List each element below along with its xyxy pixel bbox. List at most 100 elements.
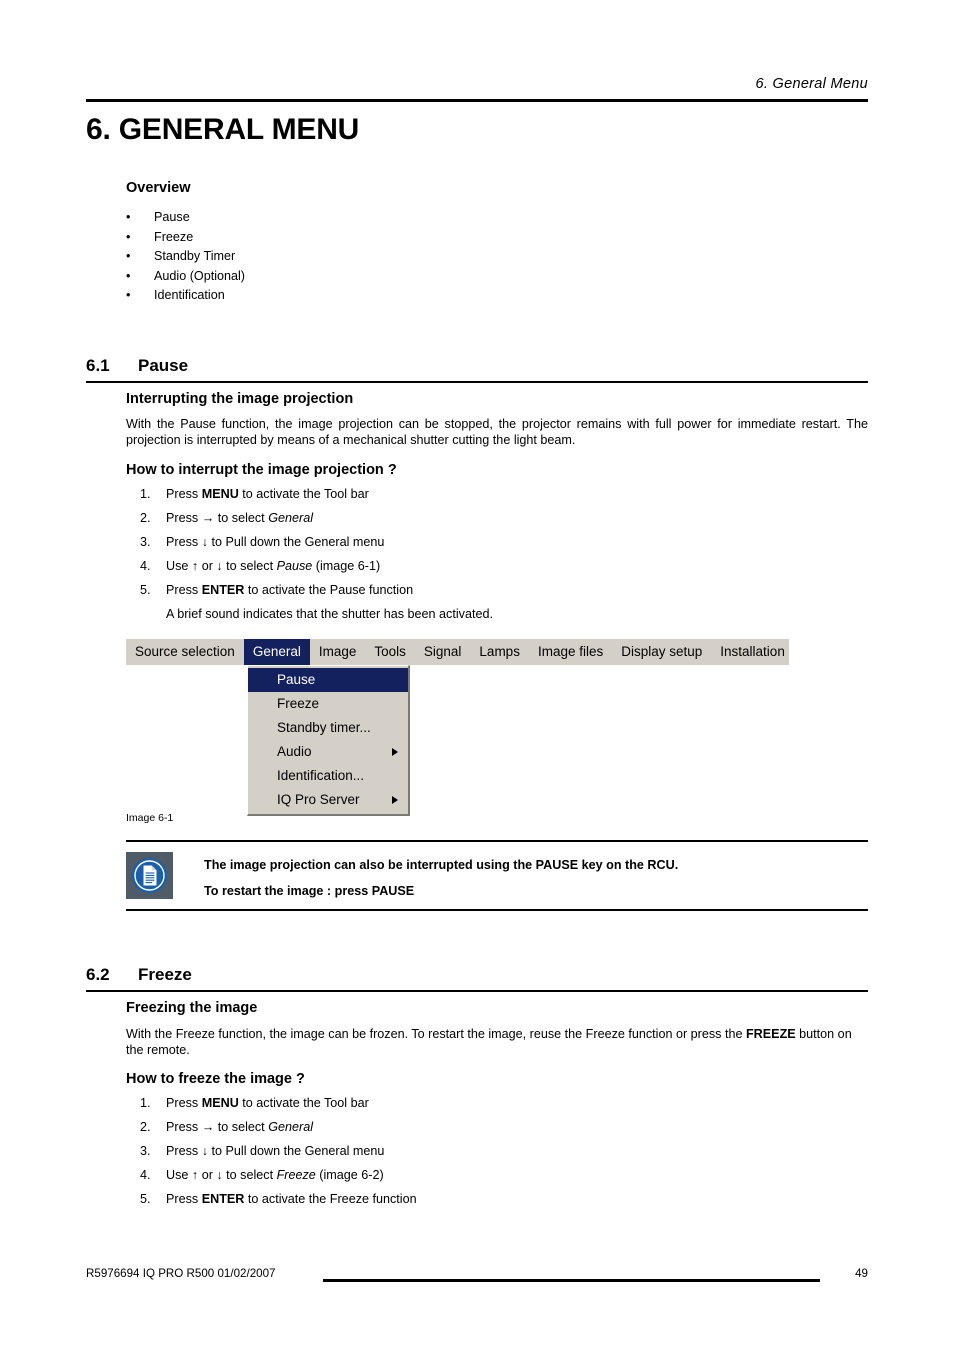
menubar-item-image[interactable]: Image bbox=[310, 639, 366, 665]
note-rule-bottom bbox=[126, 909, 868, 911]
section-rule bbox=[86, 990, 868, 992]
menubar-item-display-setup[interactable]: Display setup bbox=[612, 639, 711, 665]
list-item: • Audio (Optional) bbox=[126, 269, 526, 289]
footer-rule bbox=[323, 1279, 820, 1282]
section-rule bbox=[86, 381, 868, 383]
section-number: 6.1 bbox=[86, 356, 110, 375]
step-number: 2. bbox=[140, 1120, 151, 1134]
submenu-arrow-icon bbox=[392, 748, 398, 756]
note-document-icon bbox=[126, 852, 173, 899]
submenu-arrow-icon bbox=[392, 796, 398, 804]
step-text: Press ENTER to activate the Pause functi… bbox=[166, 583, 414, 597]
list-item-label: Audio (Optional) bbox=[154, 268, 246, 283]
list-item: • Freeze bbox=[126, 230, 526, 250]
menu-item-iq-pro-server[interactable]: IQ Pro Server bbox=[248, 788, 408, 812]
chapter-title: 6. GENERAL MENU bbox=[86, 113, 360, 146]
list-item: 1. Press MENU to activate the Tool bar bbox=[140, 1096, 840, 1120]
menubar-item-tools[interactable]: Tools bbox=[365, 639, 415, 665]
section-title: Pause bbox=[138, 356, 189, 375]
list-item: 1. Press MENU to activate the Tool bar bbox=[140, 487, 840, 511]
subheading-interrupting: Interrupting the image projection bbox=[126, 391, 354, 407]
header-rule bbox=[86, 99, 868, 102]
menubar-item-source-selection[interactable]: Source selection bbox=[126, 639, 244, 665]
list-item-label: Standby Timer bbox=[154, 249, 236, 264]
overview-heading: Overview bbox=[126, 180, 191, 196]
step-number: 2. bbox=[140, 511, 151, 525]
list-item: 5. Press ENTER to activate the Freeze fu… bbox=[140, 1192, 840, 1216]
step-number: 1. bbox=[140, 487, 151, 501]
note-line-1: The image projection can also be interru… bbox=[204, 858, 679, 872]
bullet-icon: • bbox=[126, 268, 131, 283]
list-item-label: Freeze bbox=[154, 229, 194, 244]
figure-caption: Image 6-1 bbox=[126, 812, 174, 824]
menu-item-label: Pause bbox=[277, 672, 316, 687]
subheading-how-to-freeze: How to freeze the image ? bbox=[126, 1071, 305, 1087]
list-item-label: Identification bbox=[154, 288, 225, 303]
menu-item-label: Audio bbox=[277, 744, 312, 759]
step-text: Press ↓ to Pull down the General menu bbox=[166, 1144, 385, 1158]
section-number: 6.2 bbox=[86, 965, 110, 984]
document-page: 6. General Menu 6. GENERAL MENU Overview… bbox=[0, 0, 954, 1351]
step-number: 5. bbox=[140, 1192, 151, 1206]
step-number: 5. bbox=[140, 583, 151, 597]
list-item: 5. Press ENTER to activate the Pause fun… bbox=[140, 583, 840, 607]
bullet-icon: • bbox=[126, 249, 131, 264]
step-number: 3. bbox=[140, 1144, 151, 1158]
step-number: 1. bbox=[140, 1096, 151, 1110]
footer-page-number: 49 bbox=[855, 1267, 868, 1280]
steps-note: A brief sound indicates that the shutter… bbox=[166, 607, 493, 621]
menu-item-label: Standby timer... bbox=[277, 720, 371, 735]
step-number: 4. bbox=[140, 559, 151, 573]
menu-item-label: Identification... bbox=[277, 768, 365, 783]
paragraph-part-a: With the Freeze function, the image can … bbox=[126, 1027, 746, 1041]
bullet-icon: • bbox=[126, 210, 131, 224]
list-item-label: Pause bbox=[154, 210, 190, 224]
menu-bar: Source selection General Image Tools Sig… bbox=[126, 639, 789, 665]
subheading-how-to-interrupt: How to interrupt the image projection ? bbox=[126, 462, 397, 478]
menubar-item-general[interactable]: General bbox=[243, 639, 310, 665]
steps-list-freeze: 1. Press MENU to activate the Tool bar 2… bbox=[140, 1096, 840, 1216]
footer-document-id: R5976694 IQ PRO R500 01/02/2007 bbox=[86, 1267, 276, 1280]
menu-item-pause[interactable]: Pause bbox=[248, 668, 408, 692]
list-item: • Standby Timer bbox=[126, 249, 526, 269]
steps-list-pause: 1. Press MENU to activate the Tool bar 2… bbox=[140, 487, 840, 621]
list-item: • Identification bbox=[126, 288, 526, 308]
paragraph-freeze-description: With the Freeze function, the image can … bbox=[126, 1026, 868, 1058]
note-line-2: To restart the image : press PAUSE bbox=[204, 884, 415, 898]
step-text: Press → to select General bbox=[166, 1120, 313, 1134]
step-text: Press ↓ to Pull down the General menu bbox=[166, 535, 385, 549]
menubar-item-image-files[interactable]: Image files bbox=[529, 639, 612, 665]
list-item: 4. Use ↑ or ↓ to select Freeze (image 6-… bbox=[140, 1168, 840, 1192]
paragraph-pause-description: With the Pause function, the image proje… bbox=[126, 417, 868, 447]
list-item: 2. Press → to select General bbox=[140, 1120, 840, 1144]
subheading-freezing: Freezing the image bbox=[126, 1000, 258, 1016]
step-text: Use ↑ or ↓ to select Freeze (image 6-2) bbox=[166, 1168, 384, 1182]
list-item: 3. Press ↓ to Pull down the General menu bbox=[140, 535, 840, 559]
note-rule-top bbox=[126, 840, 868, 842]
projector-menu-screenshot: Source selection General Image Tools Sig… bbox=[126, 639, 789, 816]
note-text: The image projection can also be interru… bbox=[204, 852, 864, 904]
bullet-icon: • bbox=[126, 288, 131, 303]
menu-item-audio[interactable]: Audio bbox=[248, 740, 408, 764]
menu-item-standby-timer[interactable]: Standby timer... bbox=[248, 716, 408, 740]
menu-item-identification[interactable]: Identification... bbox=[248, 764, 408, 788]
menu-item-freeze[interactable]: Freeze bbox=[248, 692, 408, 716]
step-number: 4. bbox=[140, 1168, 151, 1182]
paragraph-part-bold: FREEZE bbox=[745, 1027, 796, 1041]
list-item: 3. Press ↓ to Pull down the General menu bbox=[140, 1144, 840, 1168]
running-header: 6. General Menu bbox=[755, 76, 868, 92]
general-dropdown-menu: Pause Freeze Standby timer... Audio Iden… bbox=[247, 665, 410, 816]
section-title: Freeze bbox=[138, 965, 192, 984]
menubar-item-signal[interactable]: Signal bbox=[415, 639, 471, 665]
step-text: Press MENU to activate the Tool bar bbox=[166, 1096, 369, 1110]
menubar-item-lamps[interactable]: Lamps bbox=[470, 639, 529, 665]
step-text: Use ↑ or ↓ to select Pause (image 6-1) bbox=[166, 559, 381, 573]
menu-item-label: IQ Pro Server bbox=[277, 792, 360, 807]
bullet-icon: • bbox=[126, 229, 131, 244]
step-text: Press MENU to activate the Tool bar bbox=[166, 487, 369, 501]
menu-item-label: Freeze bbox=[277, 696, 320, 711]
list-item: 4. Use ↑ or ↓ to select Pause (image 6-1… bbox=[140, 559, 840, 583]
list-item: 2. Press → to select General bbox=[140, 511, 840, 535]
step-text: Press ENTER to activate the Freeze funct… bbox=[166, 1192, 417, 1206]
menubar-item-installation[interactable]: Installation bbox=[711, 639, 794, 665]
